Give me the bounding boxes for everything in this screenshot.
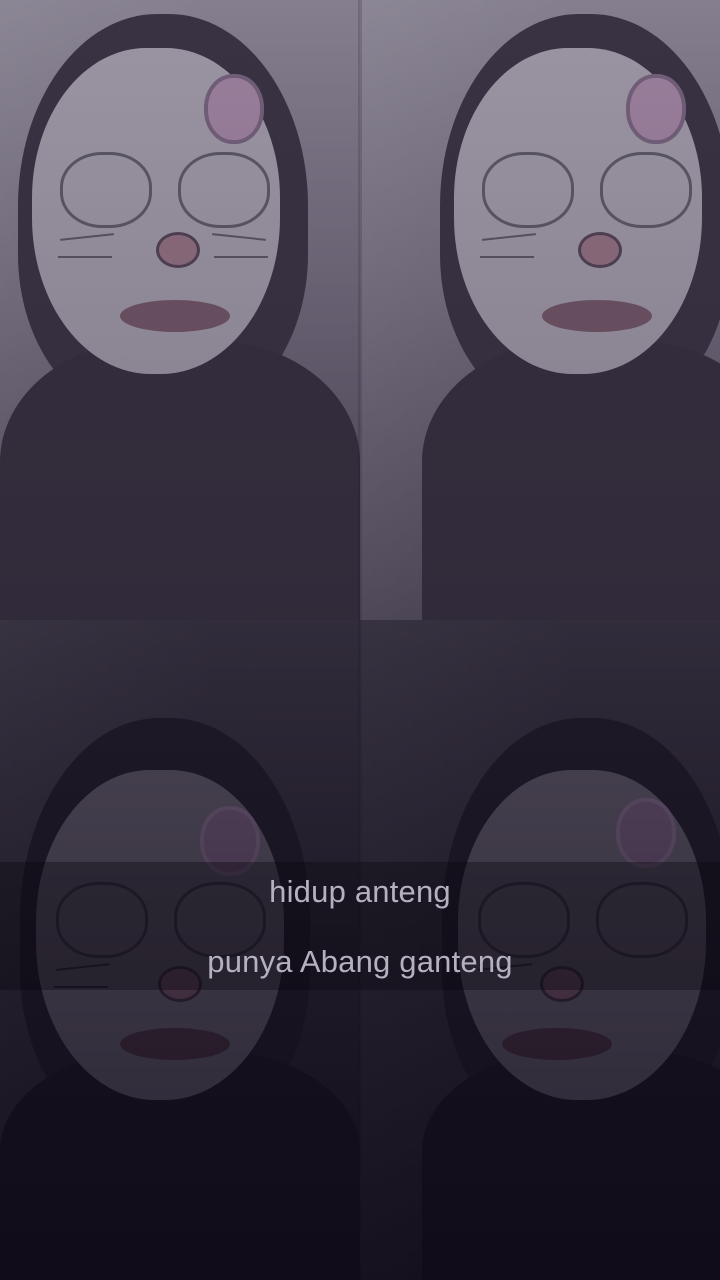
torso bbox=[0, 340, 360, 620]
glasses bbox=[60, 152, 270, 228]
lyric-line-2: punya Abang ganteng bbox=[207, 944, 513, 979]
glasses-lens-left bbox=[482, 152, 574, 228]
whisker bbox=[480, 256, 534, 258]
person-figure bbox=[0, 0, 360, 620]
cat-nose-icon bbox=[156, 232, 200, 268]
whisker bbox=[58, 256, 112, 258]
whisker bbox=[214, 256, 268, 258]
video-screen[interactable]: hidup anteng punya Abang ganteng bbox=[0, 0, 720, 1280]
mouth bbox=[120, 300, 230, 332]
glasses-lens-left bbox=[60, 152, 152, 228]
collage-tile-top-right bbox=[360, 0, 720, 620]
glasses bbox=[482, 152, 692, 228]
collage-divider bbox=[358, 0, 362, 1280]
glasses-lens-right bbox=[178, 152, 270, 228]
cat-nose-icon bbox=[578, 232, 622, 268]
lyric-line-1: hidup anteng bbox=[269, 874, 451, 909]
bow-icon bbox=[616, 798, 676, 868]
mouth bbox=[502, 1028, 612, 1060]
person-figure bbox=[422, 0, 720, 620]
mouth bbox=[120, 1028, 230, 1060]
glasses-lens-right bbox=[600, 152, 692, 228]
bow-icon bbox=[626, 74, 686, 144]
collage-tile-top-left bbox=[0, 0, 360, 620]
torso bbox=[422, 340, 720, 620]
bow-icon bbox=[204, 74, 264, 144]
mouth bbox=[542, 300, 652, 332]
